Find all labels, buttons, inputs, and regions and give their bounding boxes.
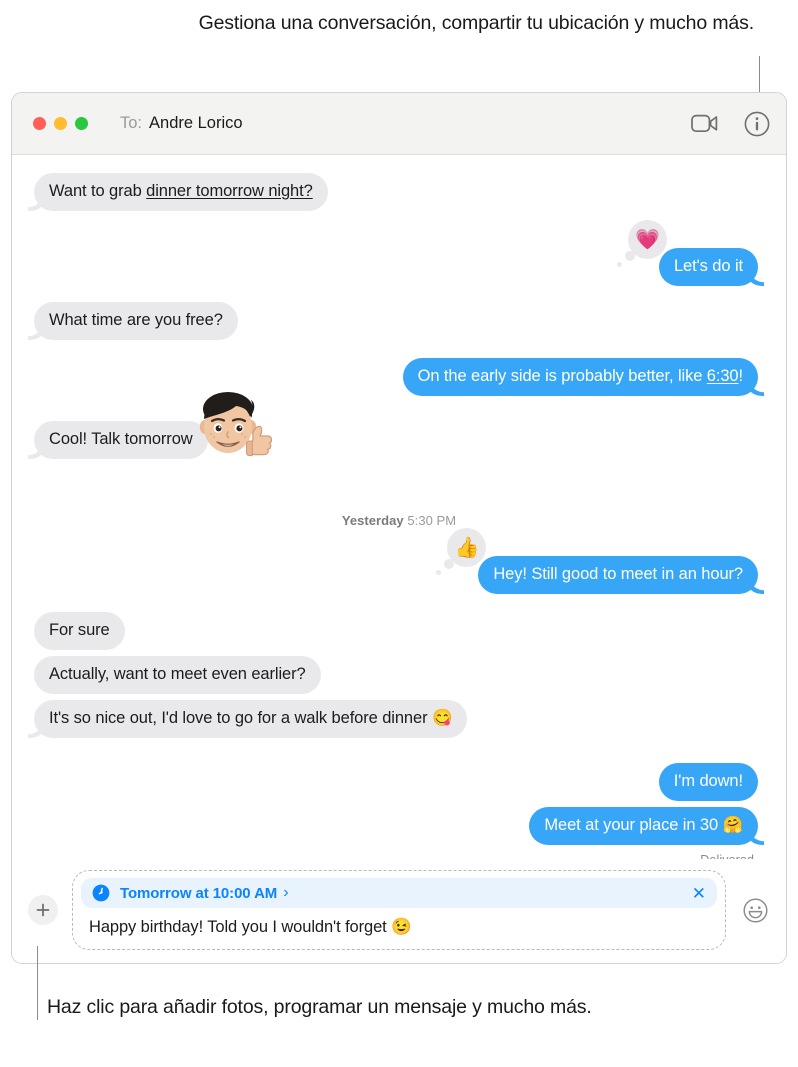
emoji-picker-smiley-icon[interactable]: [740, 895, 770, 925]
callout-bottom-text: Haz clic para añadir fotos, programar un…: [47, 996, 592, 1018]
add-attachment-plus-button[interactable]: [28, 895, 58, 925]
tapback-bubble-small: [444, 559, 455, 569]
message-text: Actually, want to meet even earlier?: [49, 665, 306, 683]
facetime-video-icon[interactable]: [691, 114, 718, 133]
messages-window: To: Andre Lorico Want to grab dinner tom…: [11, 92, 787, 964]
clock-icon: [92, 884, 110, 902]
message-bubble-incoming[interactable]: For sure: [34, 612, 125, 650]
message-text: Cool! Talk tomorrow: [49, 430, 193, 448]
scheduled-send-label-group: Tomorrow at 10:00 AM ›: [120, 884, 289, 902]
message-bubble-outgoing[interactable]: I'm down!: [658, 763, 758, 801]
tapback-thumbsup-reaction[interactable]: 👍: [436, 528, 487, 575]
scheduled-send-time: Tomorrow at 10:00 AM: [120, 884, 278, 902]
message-transcript[interactable]: Want to grab dinner tomorrow night? 💗 Le…: [12, 155, 786, 859]
callout-top-text: Gestiona una conversación, compartir tu …: [198, 12, 755, 34]
message-text: Meet at your place in 30 🤗: [544, 816, 743, 834]
message-row: It's so nice out, I'd love to go for a w…: [34, 700, 764, 738]
tapback-bubble-tiny: [436, 570, 442, 575]
timestamp-day: Yesterday: [341, 513, 404, 528]
message-text: I'm down!: [673, 772, 743, 790]
chevron-right-icon[interactable]: ›: [283, 884, 288, 902]
message-row: Meet at your place in 30 🤗: [34, 807, 758, 845]
message-bubble-outgoing[interactable]: 👍 Hey! Still good to meet in an hour?: [436, 528, 758, 594]
to-label: To:: [120, 114, 143, 132]
message-bubble-incoming[interactable]: It's so nice out, I'd love to go for a w…: [34, 700, 468, 738]
message-text: Want to grab: [49, 182, 147, 200]
message-bubble-outgoing[interactable]: Meet at your place in 30 🤗: [529, 807, 758, 845]
delivered-status: Delivered: [34, 853, 758, 859]
memoji-thumbs-up-sticker[interactable]: [194, 387, 278, 473]
message-link[interactable]: dinner tomorrow night?: [146, 182, 313, 200]
message-text: What time are you free?: [49, 311, 223, 329]
recipient-name: Andre Lorico: [149, 114, 243, 132]
message-text: Hey! Still good to meet in an hour?: [493, 565, 743, 583]
callout-bottom-leader-line: [36, 946, 38, 1020]
window-titlebar: To: Andre Lorico: [12, 93, 786, 155]
tapback-bubble-small: [624, 251, 635, 261]
draft-message-text[interactable]: Happy birthday! Told you I wouldn't forg…: [81, 908, 717, 941]
message-text: For sure: [49, 621, 110, 639]
message-link[interactable]: 6:30: [707, 367, 739, 385]
message-text-suffix: !: [738, 367, 744, 385]
minimize-window-button[interactable]: [54, 117, 67, 130]
conversation-timestamp: Yesterday 5:30 PM: [34, 513, 764, 528]
titlebar-actions: [691, 111, 770, 137]
message-row: 💗 Let's do it: [34, 220, 758, 286]
message-row: For sure: [34, 612, 764, 650]
compose-bar: Tomorrow at 10:00 AM › ✕ Happy birthday!…: [12, 859, 786, 963]
message-bubble-incoming[interactable]: Cool! Talk tomorrow: [34, 421, 208, 459]
tapback-bubble-tiny: [616, 262, 622, 267]
traffic-light-buttons: [33, 117, 88, 130]
message-text: It's so nice out, I'd love to go for a w…: [49, 709, 453, 727]
close-icon[interactable]: ✕: [692, 885, 706, 902]
scheduled-send-banner[interactable]: Tomorrow at 10:00 AM › ✕: [81, 878, 717, 908]
message-row: On the early side is probably better, li…: [34, 358, 758, 396]
message-bubble-outgoing[interactable]: 💗 Let's do it: [616, 220, 758, 286]
message-row: Actually, want to meet even earlier?: [34, 656, 764, 694]
close-window-button[interactable]: [33, 117, 46, 130]
message-bubble-incoming[interactable]: Actually, want to meet even earlier?: [34, 656, 321, 694]
message-bubble-incoming[interactable]: What time are you free?: [34, 302, 238, 340]
message-row: 👍 Hey! Still good to meet in an hour?: [34, 528, 758, 594]
message-row: Want to grab dinner tomorrow night?: [34, 173, 764, 211]
message-row: What time are you free?: [34, 302, 764, 340]
zoom-window-button[interactable]: [75, 117, 88, 130]
message-text: Let's do it: [673, 257, 743, 275]
details-info-icon[interactable]: [744, 111, 770, 137]
message-compose-field[interactable]: Tomorrow at 10:00 AM › ✕ Happy birthday!…: [72, 870, 726, 950]
message-bubble-incoming[interactable]: Want to grab dinner tomorrow night?: [34, 173, 328, 211]
timestamp-time: 5:30 PM: [407, 513, 457, 528]
tapback-heart-reaction[interactable]: 💗: [616, 220, 667, 267]
recipient-field[interactable]: To: Andre Lorico: [120, 114, 243, 133]
message-row: I'm down!: [34, 763, 758, 801]
message-text: On the early side is probably better, li…: [417, 367, 707, 385]
message-row: Cool! Talk tomorrow: [34, 392, 764, 459]
message-bubble-outgoing[interactable]: On the early side is probably better, li…: [402, 358, 758, 396]
